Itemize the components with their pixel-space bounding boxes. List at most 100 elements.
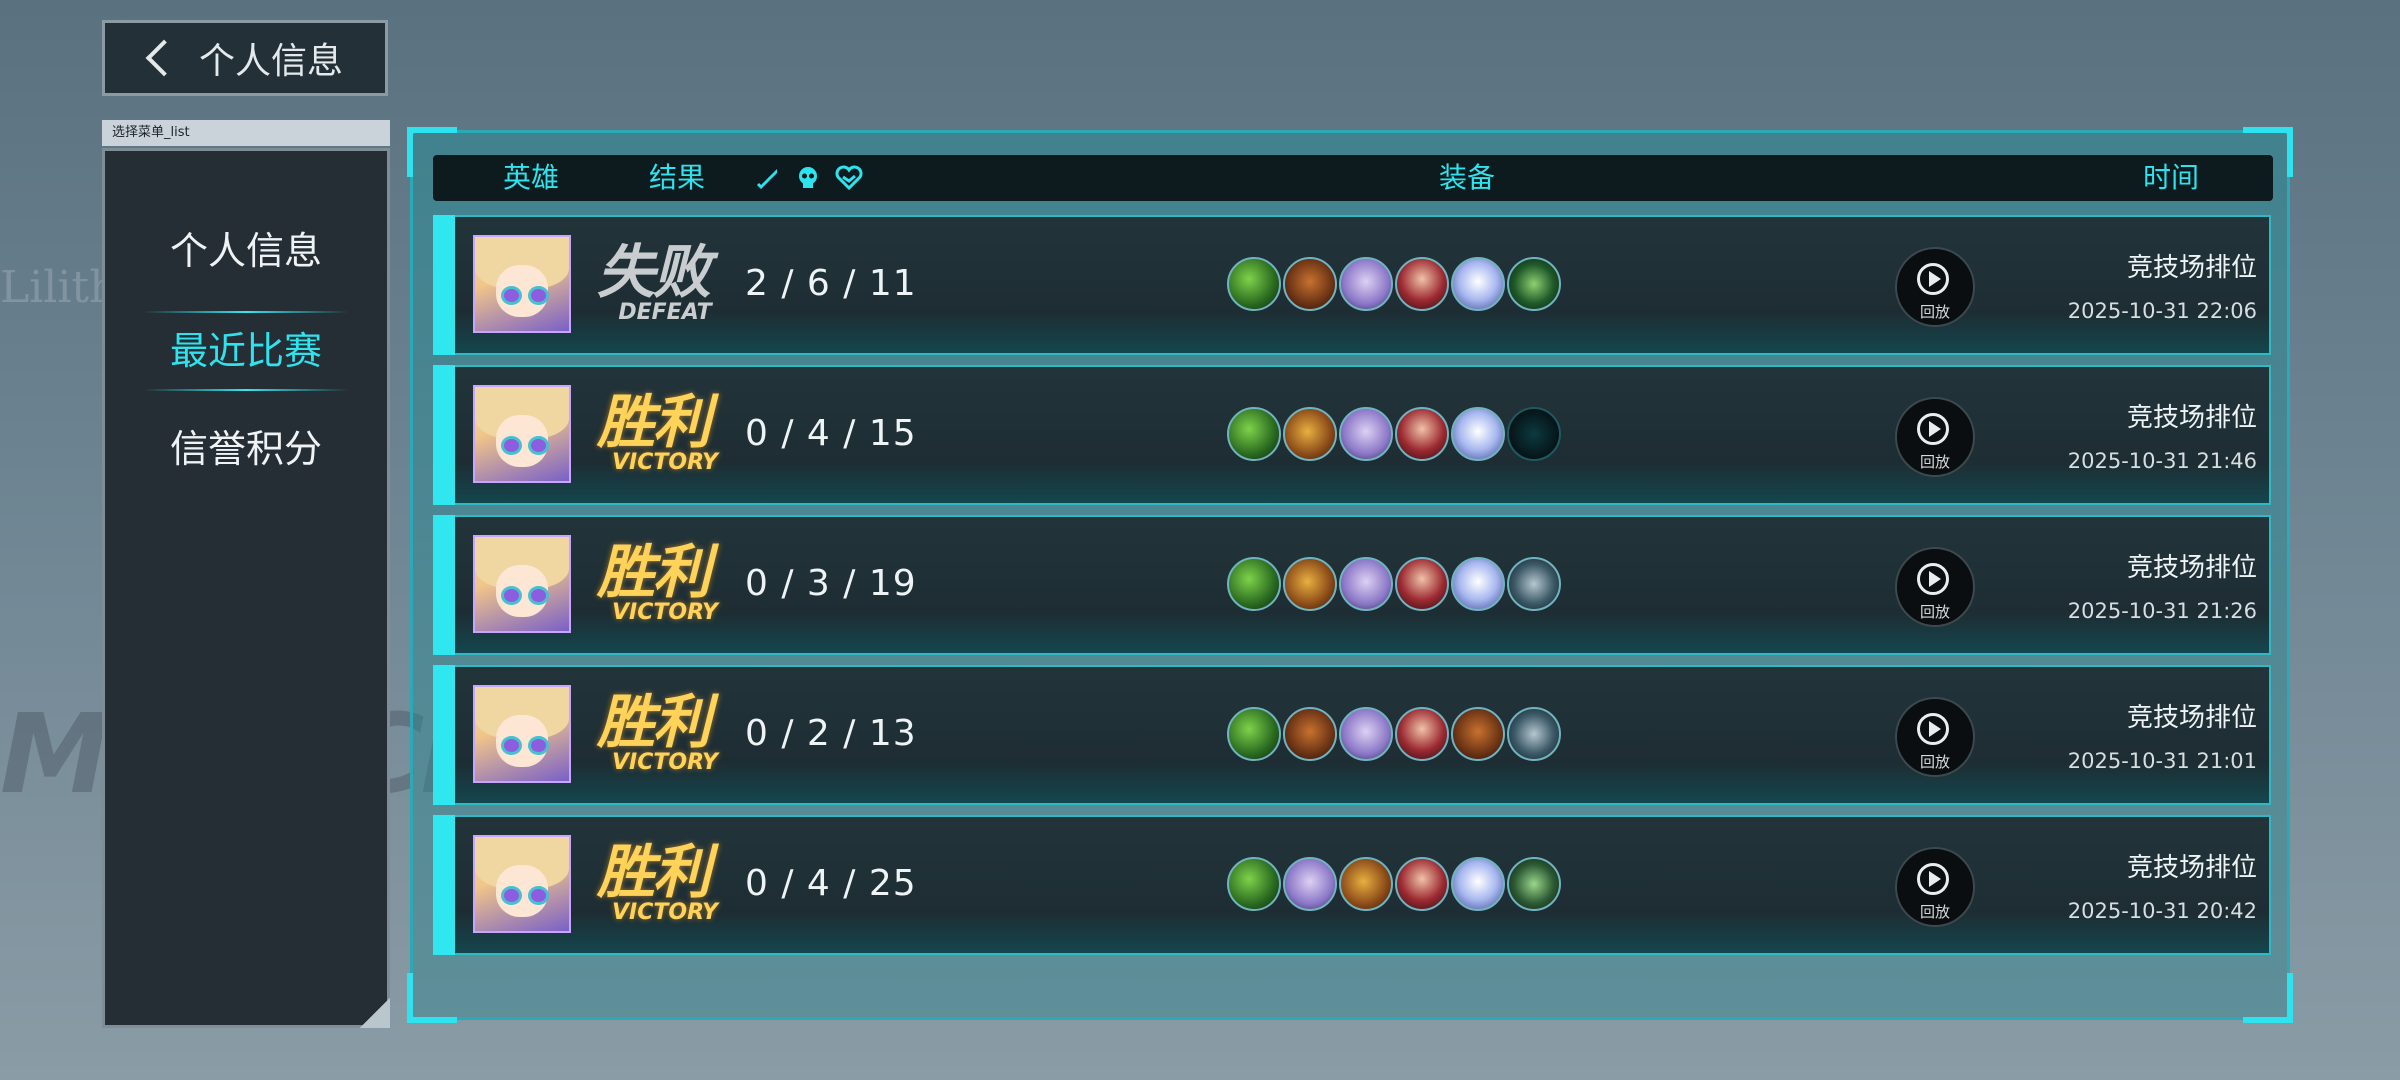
back-button-label: 个人信息: [199, 41, 344, 82]
equipment-list: [1227, 407, 1561, 467]
equipment-item-icon[interactable]: [1507, 557, 1561, 611]
kda-score: 0 / 2 / 13: [745, 713, 917, 754]
equipment-item-icon[interactable]: [1339, 557, 1393, 611]
sidebar-item-recent-matches[interactable]: 最近比赛: [105, 311, 387, 391]
equipment-item-icon[interactable]: [1283, 707, 1337, 761]
sidebar-corner-decoration: [360, 998, 390, 1028]
equipment-item-icon[interactable]: [1451, 257, 1505, 311]
result-en: VICTORY: [612, 900, 718, 925]
replay-label: 回放: [1919, 903, 1950, 921]
equipment-item-icon[interactable]: [1395, 707, 1449, 761]
equipment-item-icon[interactable]: [1283, 857, 1337, 911]
game-mode: 竞技场排位: [2126, 403, 2257, 433]
game-mode: 竞技场排位: [2126, 553, 2257, 583]
equipment-item-icon[interactable]: [1227, 707, 1281, 761]
equipment-item-icon[interactable]: [1451, 857, 1505, 911]
match-row[interactable]: 胜利 VICTORY 0 / 4 / 15 回放 竞技场排位 2025-10-3…: [433, 365, 2271, 505]
background-lilith-text: Lilith: [0, 262, 118, 313]
equipment-item-icon[interactable]: [1227, 257, 1281, 311]
result-cn: 胜利: [597, 688, 711, 756]
header-equipment: 装备: [1439, 161, 1496, 194]
equipment-item-icon[interactable]: [1451, 407, 1505, 461]
table-header: 英雄 结果 装备 时间: [433, 155, 2273, 201]
match-result: 胜利 VICTORY: [597, 691, 727, 781]
replay-button[interactable]: 回放: [1895, 847, 1975, 927]
result-cn: 胜利: [597, 538, 711, 606]
handshake-icon: [835, 165, 863, 191]
equipment-item-icon[interactable]: [1395, 857, 1449, 911]
match-history-panel: 英雄 结果 装备 时间 失败 DEFEAT 2 / 6 / 11 回放 竞技场排…: [407, 127, 2293, 1023]
match-row[interactable]: 失败 DEFEAT 2 / 6 / 11 回放 竞技场排位 2025-10-31…: [433, 215, 2271, 355]
hero-avatar[interactable]: [473, 235, 571, 333]
sidebar-item-profile[interactable]: 个人信息: [105, 211, 387, 291]
equipment-item-icon[interactable]: [1339, 257, 1393, 311]
match-row[interactable]: 胜利 VICTORY 0 / 4 / 25 回放 竞技场排位 2025-10-3…: [433, 815, 2271, 955]
hero-avatar[interactable]: [473, 835, 571, 933]
equipment-item-icon[interactable]: [1283, 257, 1337, 311]
replay-button[interactable]: 回放: [1895, 247, 1975, 327]
match-time: 2025-10-31 22:06: [2067, 299, 2257, 323]
panel-corner: [407, 973, 457, 1023]
hero-avatar[interactable]: [473, 685, 571, 783]
match-result: 胜利 VICTORY: [597, 541, 727, 631]
replay-label: 回放: [1919, 453, 1950, 471]
match-row[interactable]: 胜利 VICTORY 0 / 2 / 13 回放 竞技场排位 2025-10-3…: [433, 665, 2271, 805]
sidebar-item-credit-score[interactable]: 信誉积分: [105, 409, 387, 489]
match-time: 2025-10-31 21:46: [2067, 449, 2257, 473]
replay-button[interactable]: 回放: [1895, 547, 1975, 627]
hero-avatar[interactable]: [473, 535, 571, 633]
result-en: DEFEAT: [618, 300, 712, 325]
match-time: 2025-10-31 21:01: [2067, 749, 2257, 773]
equipment-item-icon[interactable]: [1451, 557, 1505, 611]
equipment-item-icon[interactable]: [1339, 857, 1393, 911]
kda-score: 0 / 3 / 19: [745, 563, 917, 604]
match-result: 失败 DEFEAT: [597, 241, 727, 331]
skull-icon: [795, 165, 821, 191]
panel-corner: [2243, 973, 2293, 1023]
equipment-item-icon[interactable]: [1339, 707, 1393, 761]
replay-label: 回放: [1919, 303, 1950, 321]
result-cn: 胜利: [597, 838, 711, 906]
equipment-item-icon[interactable]: [1227, 857, 1281, 911]
result-cn: 胜利: [597, 388, 711, 456]
equipment-item-icon[interactable]: [1227, 557, 1281, 611]
kda-score: 2 / 6 / 11: [745, 263, 917, 304]
equipment-list: [1227, 707, 1561, 767]
replay-label: 回放: [1919, 603, 1950, 621]
equipment-item-icon[interactable]: [1451, 707, 1505, 761]
kda-score: 0 / 4 / 15: [745, 413, 917, 454]
header-hero: 英雄: [503, 161, 560, 194]
hero-avatar[interactable]: [473, 385, 571, 483]
sword-icon: [755, 165, 781, 191]
match-time: 2025-10-31 21:26: [2067, 599, 2257, 623]
equipment-item-icon[interactable]: [1395, 257, 1449, 311]
kda-score: 0 / 4 / 25: [745, 863, 917, 904]
game-mode: 竞技场排位: [2126, 853, 2257, 883]
match-result: 胜利 VICTORY: [597, 841, 727, 931]
result-en: VICTORY: [612, 750, 718, 775]
equipment-item-icon[interactable]: [1395, 557, 1449, 611]
equipment-item-icon[interactable]: [1507, 857, 1561, 911]
equipment-item-icon[interactable]: [1395, 407, 1449, 461]
result-cn: 失败: [597, 238, 711, 306]
equipment-list: [1227, 257, 1561, 317]
equipment-item-icon[interactable]: [1283, 557, 1337, 611]
sidebar: 个人信息 最近比赛 信誉积分: [102, 148, 390, 1028]
equipment-item-icon[interactable]: [1339, 407, 1393, 461]
replay-label: 回放: [1919, 753, 1950, 771]
equipment-item-icon[interactable]: [1283, 407, 1337, 461]
equipment-item-icon[interactable]: [1507, 407, 1561, 461]
equipment-item-icon[interactable]: [1507, 257, 1561, 311]
header-result: 结果: [649, 161, 706, 194]
game-mode: 竞技场排位: [2126, 703, 2257, 733]
result-en: VICTORY: [612, 600, 718, 625]
match-row[interactable]: 胜利 VICTORY 0 / 3 / 19 回放 竞技场排位 2025-10-3…: [433, 515, 2271, 655]
equipment-item-icon[interactable]: [1507, 707, 1561, 761]
replay-button[interactable]: 回放: [1895, 397, 1975, 477]
back-button[interactable]: 个人信息: [102, 20, 388, 96]
sidebar-tag: 选择菜单_list: [102, 120, 390, 146]
result-en: VICTORY: [612, 450, 718, 475]
replay-button[interactable]: 回放: [1895, 697, 1975, 777]
equipment-item-icon[interactable]: [1227, 407, 1281, 461]
header-time: 时间: [2143, 161, 2200, 194]
